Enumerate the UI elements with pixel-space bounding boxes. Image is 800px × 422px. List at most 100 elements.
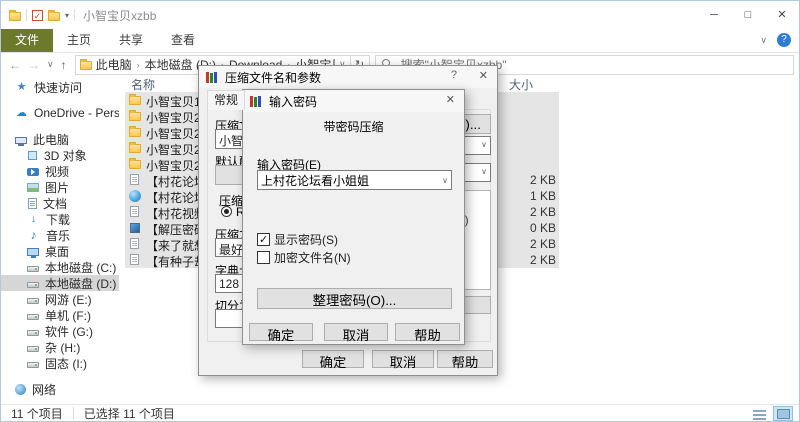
sidebar-item-label: 本地磁盘 (C:) xyxy=(45,259,116,276)
dialog-close-icon[interactable]: ✕ xyxy=(479,69,488,82)
sidebar-item-label: 杂 (H:) xyxy=(45,339,80,356)
sidebar-item[interactable]: 文档 xyxy=(1,195,119,211)
minimize-button[interactable]: ─ xyxy=(697,1,731,29)
sidebar-item-label: 桌面 xyxy=(45,243,69,260)
close-button[interactable]: ✕ xyxy=(765,1,799,29)
drive-icon xyxy=(27,362,39,368)
ribbon-tab[interactable]: 主页 xyxy=(53,29,105,52)
sidebar-item[interactable]: 网游 (E:) xyxy=(1,291,119,307)
sidebar-item[interactable]: 图片 xyxy=(1,179,119,195)
sidebar-item[interactable]: 本地磁盘 (C:) xyxy=(1,259,119,275)
sidebar-item-label: 3D 对象 xyxy=(44,147,87,164)
sidebar-item-label: 此电脑 xyxy=(33,131,69,148)
up-icon[interactable]: ↑ xyxy=(61,58,67,72)
selection-count: 已选择 11 个项目 xyxy=(74,405,185,422)
show-password-label: 显示密码(S) xyxy=(274,231,338,248)
ok-button[interactable]: 确定 xyxy=(249,323,313,341)
cancel-button[interactable]: 取消 xyxy=(324,323,388,341)
chevron-down-icon: ∨ xyxy=(481,167,487,176)
list-view-icon xyxy=(753,409,766,419)
dialog-close-icon[interactable]: ✕ xyxy=(446,93,455,106)
ok-button[interactable]: 确定 xyxy=(302,350,364,368)
drive-icon xyxy=(27,282,39,288)
column-header-name[interactable]: 名称 xyxy=(131,76,155,93)
sidebar-item-label: OneDrive - Persona xyxy=(34,106,119,120)
password-dialog-title-bar[interactable]: 输入密码 ✕ xyxy=(243,90,464,112)
folder-icon xyxy=(129,96,141,105)
new-folder-icon[interactable] xyxy=(48,12,60,21)
file-size: 2 KB xyxy=(496,205,556,219)
forward-icon[interactable]: → xyxy=(28,58,40,72)
file-icon xyxy=(130,254,139,265)
app-icon xyxy=(130,223,140,233)
document-icon xyxy=(28,198,37,209)
download-icon: ↓ xyxy=(27,213,40,225)
folder-icon xyxy=(129,112,141,121)
ribbon-tab-bar: 文件主页共享查看 xyxy=(1,29,799,53)
file-size: 0 KB xyxy=(496,221,556,235)
tab-general[interactable]: 常规 xyxy=(207,90,245,110)
dialog-help-icon[interactable]: ? xyxy=(451,69,457,81)
sidebar-item-label: 单机 (F:) xyxy=(45,307,91,324)
organize-passwords-button[interactable]: 整理密码(O)... xyxy=(257,288,452,309)
sidebar-item[interactable]: 视频 xyxy=(1,163,119,179)
sidebar-item[interactable]: 本地磁盘 (D:) xyxy=(1,275,119,291)
cancel-button[interactable]: 取消 xyxy=(372,350,434,368)
sidebar-item[interactable]: 网络 xyxy=(1,381,119,397)
drive-icon xyxy=(27,346,39,352)
chevron-down-icon[interactable]: ∨ xyxy=(442,176,448,185)
file-icon xyxy=(130,174,139,185)
help-button[interactable]: 帮助 xyxy=(437,350,493,368)
window-title: 小智宝贝xzbb xyxy=(83,7,156,24)
folder-icon xyxy=(129,160,141,169)
sidebar-item[interactable]: ♪音乐 xyxy=(1,227,119,243)
back-icon[interactable]: ← xyxy=(9,58,21,72)
sidebar-item[interactable]: ★快速访问 xyxy=(1,79,119,95)
file-size: 1 KB xyxy=(496,189,556,203)
password-dialog-title: 输入密码 xyxy=(269,93,317,110)
help-button[interactable]: 帮助 xyxy=(395,323,460,341)
maximize-button[interactable]: □ xyxy=(731,1,765,29)
recent-locations-icon[interactable]: ∨ xyxy=(47,59,54,70)
sidebar-item-label: 视频 xyxy=(45,163,69,180)
password-input[interactable] xyxy=(261,173,431,187)
sidebar-item-label: 网游 (E:) xyxy=(45,291,92,308)
qat-dropdown-icon[interactable]: ▾ xyxy=(65,11,69,20)
sidebar-item[interactable]: 单机 (F:) xyxy=(1,307,119,323)
ribbon-tab[interactable]: 查看 xyxy=(157,29,209,52)
drive-icon xyxy=(27,266,39,272)
winrar-icon xyxy=(250,96,263,107)
sidebar-item[interactable]: 杂 (H:) xyxy=(1,339,119,355)
status-bar: 11 个项目 已选择 11 个项目 xyxy=(1,404,799,421)
breadcrumb-item[interactable]: 此电脑 xyxy=(96,56,132,73)
sidebar-item[interactable]: ↓ 下载 xyxy=(1,211,119,227)
ribbon-tab[interactable]: 文件 xyxy=(1,29,53,52)
cube-icon xyxy=(28,151,37,160)
rar-radio[interactable] xyxy=(221,206,232,217)
details-view-button[interactable] xyxy=(749,406,769,421)
show-password-checkbox[interactable] xyxy=(257,233,270,246)
thumbnail-view-button[interactable] xyxy=(773,406,793,421)
sidebar-item[interactable]: ☁OneDrive - Persona xyxy=(1,105,119,121)
ribbon-tab[interactable]: 共享 xyxy=(105,29,157,52)
items-count: 11 个项目 xyxy=(1,405,73,422)
column-header-size[interactable]: 大小 xyxy=(509,76,533,93)
desktop-icon xyxy=(27,248,39,256)
folder-icon xyxy=(129,144,141,153)
archive-dialog-title-bar[interactable]: 压缩文件名和参数 ? ✕ xyxy=(199,66,497,88)
sidebar-item[interactable]: 软件 (G:) xyxy=(1,323,119,339)
encrypt-filenames-checkbox[interactable] xyxy=(257,251,270,264)
sidebar-item[interactable]: 3D 对象 xyxy=(1,147,119,163)
help-icon[interactable]: ? xyxy=(777,33,791,47)
sidebar-item[interactable]: 此电脑 xyxy=(1,131,119,147)
sidebar-item-label: 下载 xyxy=(46,211,70,228)
ribbon-collapse-icon[interactable]: ∨ xyxy=(760,35,767,46)
checkmark-icon[interactable]: ✓ xyxy=(32,10,43,21)
password-combo[interactable]: ∨ xyxy=(257,170,452,190)
sidebar-item-label: 软件 (G:) xyxy=(45,323,93,340)
sidebar-item[interactable]: 桌面 xyxy=(1,243,119,259)
file-size: 2 KB xyxy=(496,253,556,267)
sidebar-item-label: 本地磁盘 (D:) xyxy=(45,275,116,292)
drive-icon xyxy=(27,314,39,320)
sidebar-item[interactable]: 固态 (I:) xyxy=(1,355,119,371)
